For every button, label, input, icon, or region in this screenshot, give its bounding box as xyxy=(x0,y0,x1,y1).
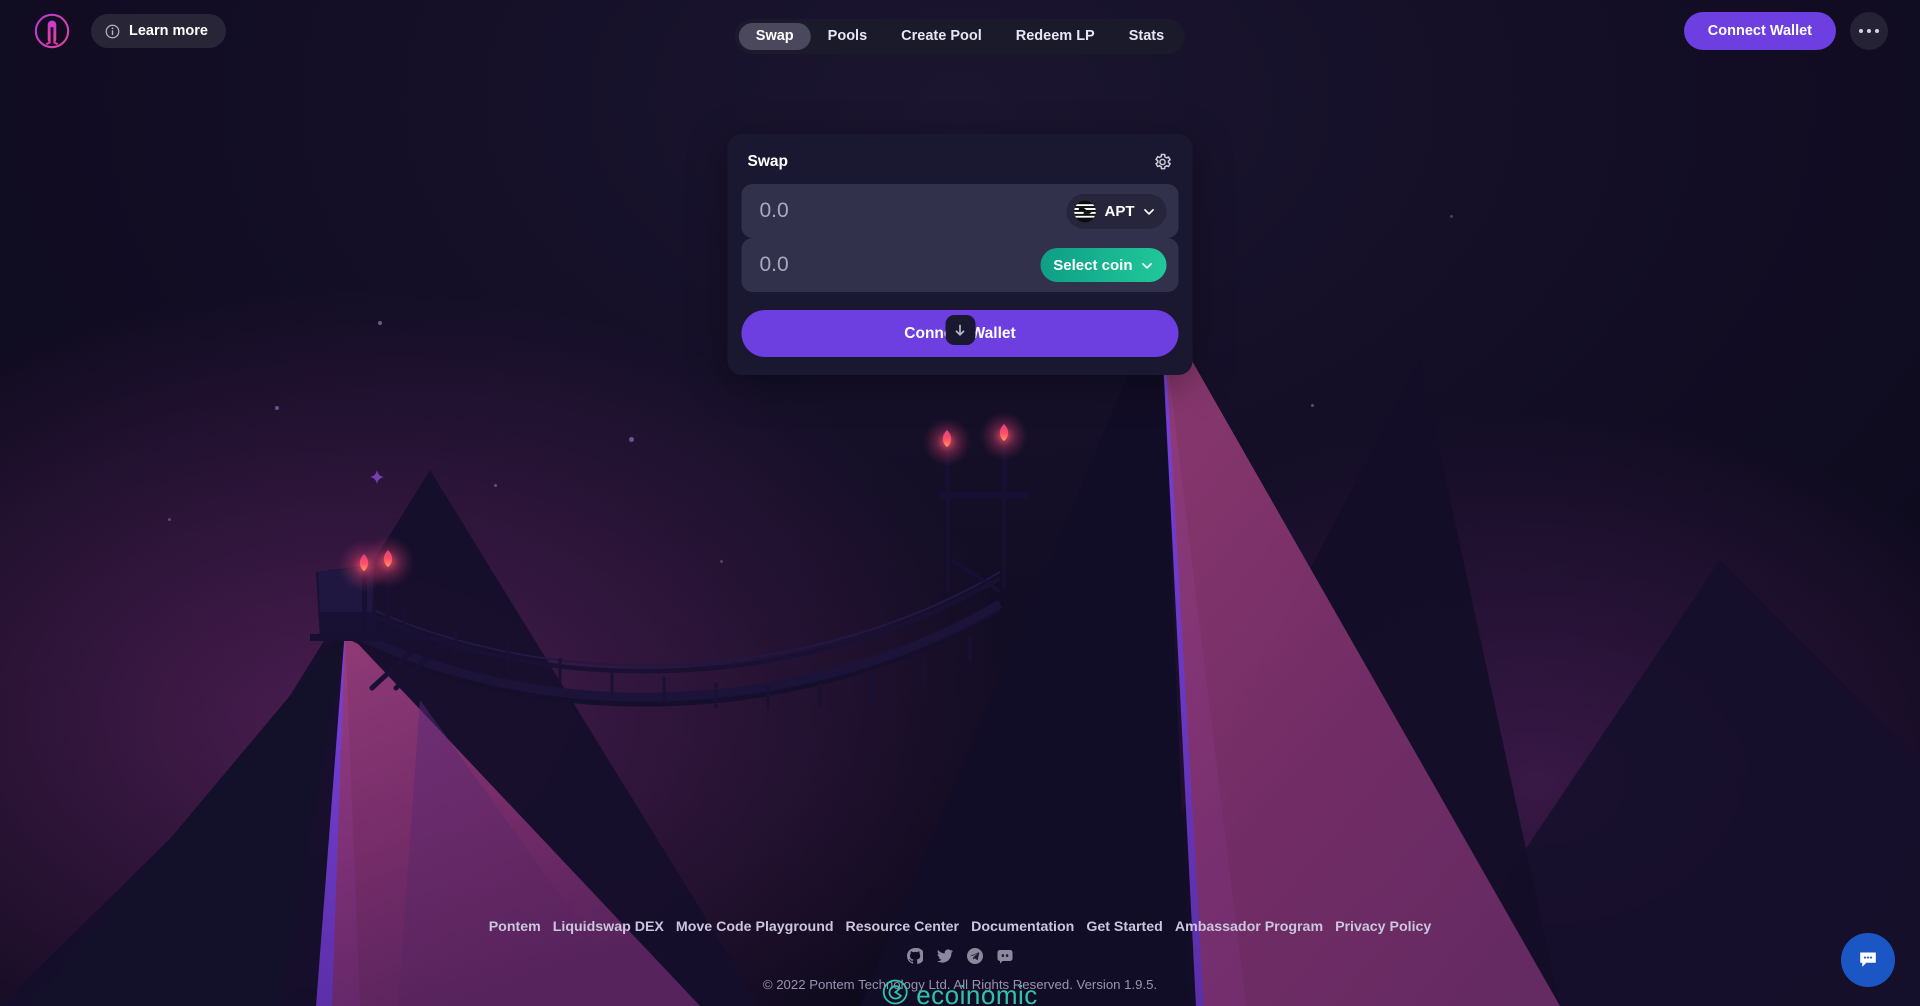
swap-title: Swap xyxy=(747,153,788,170)
swap-to-input[interactable] xyxy=(759,253,1041,277)
ellipsis-icon[interactable] xyxy=(1850,12,1888,50)
swap-card: Swap 0.0 APT 0.0 Select coin Connect Wal… xyxy=(727,134,1193,375)
gear-icon[interactable] xyxy=(1153,152,1173,172)
learn-more-label: Learn more xyxy=(129,23,208,39)
ecoinomic-logo-icon xyxy=(882,979,908,1006)
swap-from-input[interactable] xyxy=(759,199,1067,223)
footer-link-ambassador-program[interactable]: Ambassador Program xyxy=(1175,919,1323,935)
nav-tab-redeem-lp[interactable]: Redeem LP xyxy=(999,23,1112,50)
chevron-down-icon xyxy=(1141,259,1154,272)
chat-bubble-icon[interactable] xyxy=(1841,933,1895,987)
social-links xyxy=(906,947,1013,964)
nav-tab-stats[interactable]: Stats xyxy=(1112,23,1181,50)
swap-direction-switch-button[interactable] xyxy=(945,315,975,345)
header-actions: Connect Wallet xyxy=(1683,12,1896,50)
footer-link-documentation[interactable]: Documentation xyxy=(971,919,1074,935)
swap-from-coin-select[interactable]: APT xyxy=(1066,193,1167,229)
sparkle-decoration-small xyxy=(370,470,384,484)
footer-links: Pontem Liquidswap DEX Move Code Playgrou… xyxy=(489,919,1432,935)
app-root: Learn more Swap Pools Create Pool Redeem… xyxy=(0,0,1920,1006)
swap-to-coin-label: Select coin xyxy=(1053,256,1133,274)
info-icon xyxy=(105,24,120,39)
footer-link-resource-center[interactable]: Resource Center xyxy=(846,919,960,935)
twitter-icon[interactable] xyxy=(937,948,953,964)
swap-to-coin-select[interactable]: Select coin xyxy=(1040,248,1167,282)
top-header: Learn more Swap Pools Create Pool Redeem… xyxy=(0,0,1920,62)
swap-from-coin-label: APT xyxy=(1104,202,1135,220)
nav-tab-pools[interactable]: Pools xyxy=(811,23,884,50)
footer-link-liquidswap-dex[interactable]: Liquidswap DEX xyxy=(553,919,664,935)
discord-icon[interactable] xyxy=(997,948,1013,964)
swap-to-field: Select coin xyxy=(741,238,1179,292)
ecoinomic-watermark: ecoinomic xyxy=(882,979,1038,1006)
connect-wallet-header-button[interactable]: Connect Wallet xyxy=(1683,12,1836,50)
nav-tab-swap[interactable]: Swap xyxy=(738,23,811,50)
footer-link-pontem[interactable]: Pontem xyxy=(489,919,541,935)
pontem-logo-icon[interactable] xyxy=(33,12,71,50)
footer-link-privacy-policy[interactable]: Privacy Policy xyxy=(1335,919,1431,935)
main-nav: Swap Pools Create Pool Redeem LP Stats xyxy=(734,19,1186,54)
telegram-icon[interactable] xyxy=(967,948,983,964)
nav-tab-create-pool[interactable]: Create Pool xyxy=(884,23,999,50)
footer-link-get-started[interactable]: Get Started xyxy=(1086,919,1162,935)
ecoinomic-wordmark: ecoinomic xyxy=(916,980,1038,1006)
learn-more-button[interactable]: Learn more xyxy=(91,14,226,48)
footer-link-move-code-playground[interactable]: Move Code Playground xyxy=(676,919,834,935)
swap-card-header: Swap xyxy=(742,148,1179,184)
chevron-down-icon xyxy=(1143,205,1156,218)
swap-from-field: APT xyxy=(741,184,1179,238)
github-icon[interactable] xyxy=(906,947,925,964)
aptos-coin-icon xyxy=(1074,200,1097,223)
